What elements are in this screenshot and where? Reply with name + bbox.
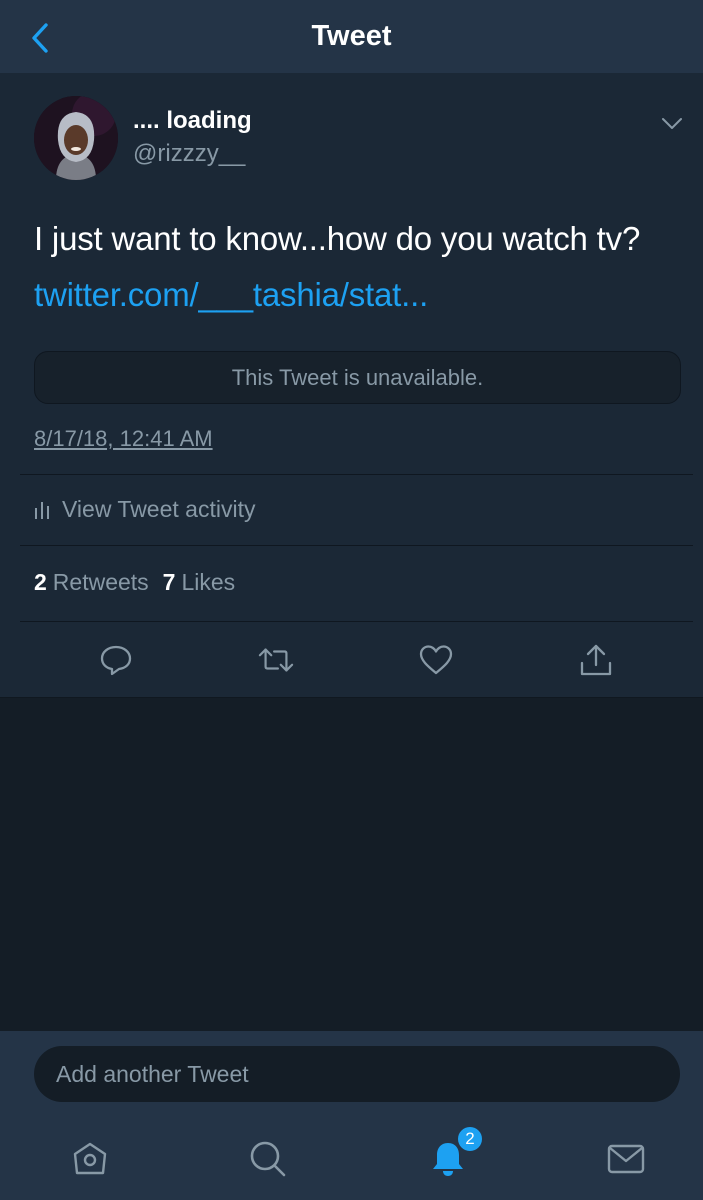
home-icon (73, 1142, 107, 1175)
divider (20, 545, 693, 546)
reply-icon (100, 645, 132, 676)
mail-icon (607, 1144, 645, 1174)
like-button[interactable] (418, 642, 454, 678)
retweets-label: Retweets (52, 569, 149, 595)
search-icon (250, 1141, 286, 1177)
tab-search[interactable] (248, 1139, 288, 1179)
author-handle[interactable]: @rizzzy__ (133, 140, 245, 168)
tweet-detail: .... loading @rizzzy__ I just want to kn… (0, 74, 703, 698)
bar-chart-icon (35, 502, 49, 519)
nav-header: Tweet (0, 0, 703, 74)
retweet-icon (258, 648, 294, 672)
heart-icon (419, 645, 453, 675)
share-button[interactable] (578, 642, 614, 678)
add-tweet-input[interactable]: Add another Tweet (34, 1046, 680, 1102)
more-options-button[interactable] (660, 114, 684, 134)
likes-count: 7 (162, 569, 176, 595)
avatar-image (34, 96, 118, 180)
back-button[interactable] (28, 22, 52, 54)
bottom-bar: Add another Tweet (0, 1031, 703, 1200)
engagement-stats: 2 Retweets 7 Likes (34, 569, 235, 596)
tweet-timestamp[interactable]: 8/17/18, 12:41 AM (34, 426, 213, 452)
likes-label: Likes (181, 569, 236, 595)
tweet-actions (0, 642, 703, 678)
reply-button[interactable] (98, 642, 134, 678)
tweet-text: I just want to know...how do you watch t… (34, 220, 641, 257)
view-activity-label: View Tweet activity (62, 495, 256, 522)
view-activity-button[interactable]: View Tweet activity (34, 494, 255, 524)
quoted-tweet-unavailable: This Tweet is unavailable. (34, 351, 681, 404)
likes-stat[interactable]: 7 Likes (163, 569, 236, 596)
author-name[interactable]: .... loading (133, 107, 252, 135)
page-title: Tweet (311, 20, 392, 52)
share-icon (580, 644, 612, 676)
tweet-link[interactable]: twitter.com/___tashia/stat... (34, 276, 428, 314)
retweet-button[interactable] (258, 642, 294, 678)
chevron-left-icon (32, 23, 48, 53)
tab-messages[interactable] (606, 1139, 646, 1179)
divider (20, 621, 693, 622)
chevron-down-icon (662, 118, 682, 129)
retweets-stat[interactable]: 2 Retweets (34, 569, 149, 596)
divider (20, 474, 693, 475)
retweets-count: 2 (34, 569, 47, 595)
notifications-badge: 2 (456, 1125, 484, 1153)
avatar[interactable] (34, 96, 118, 180)
tab-home[interactable] (70, 1139, 110, 1179)
